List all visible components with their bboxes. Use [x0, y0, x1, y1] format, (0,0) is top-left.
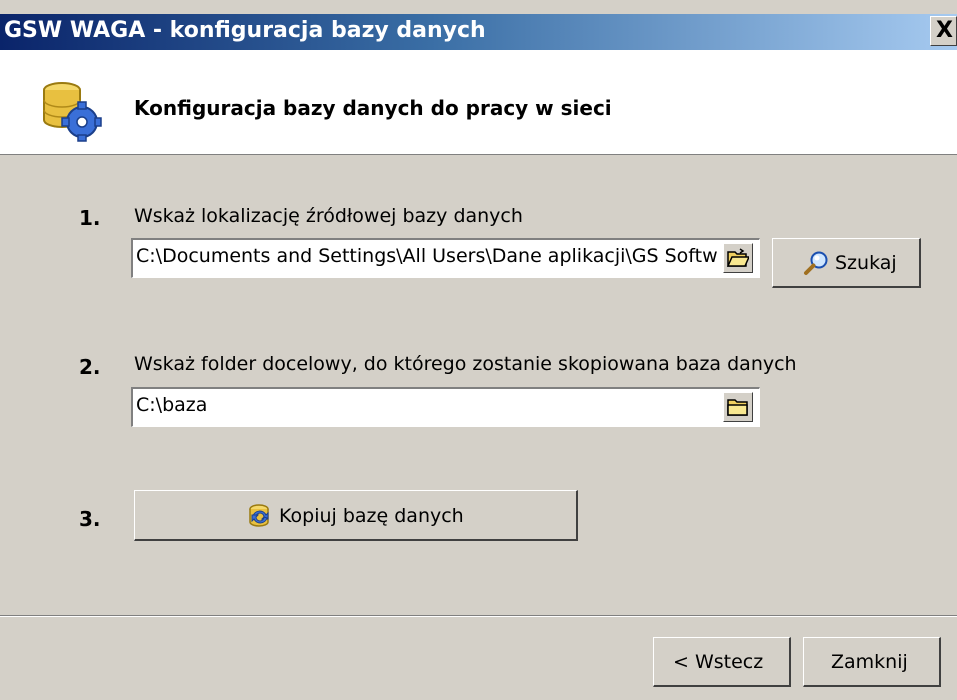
step-2-number: 2.: [79, 355, 101, 379]
window-title: GSW WAGA - konfiguracja bazy danych: [4, 18, 486, 43]
close-button[interactable]: Zamknij: [803, 637, 941, 687]
search-button[interactable]: Szukaj: [772, 238, 921, 288]
browse-target-button[interactable]: [723, 392, 753, 422]
close-button-label: Zamknij: [831, 651, 908, 673]
target-folder-field[interactable]: C:\baza: [131, 387, 760, 427]
close-window-button[interactable]: X: [930, 16, 957, 46]
page-title: Konfiguracja bazy danych do pracy w siec…: [134, 96, 612, 120]
target-folder-value: C:\baza: [136, 394, 208, 416]
back-button-label: < Wstecz: [673, 651, 764, 673]
folder-icon: [727, 399, 748, 416]
step-1-label: Wskaż lokalizację źródłowej bazy danych: [134, 205, 523, 227]
source-path-field[interactable]: C:\Documents and Settings\All Users\Dane…: [131, 238, 760, 278]
step-1-number: 1.: [79, 206, 101, 230]
back-button[interactable]: < Wstecz: [653, 637, 791, 687]
search-button-label: Szukaj: [835, 252, 897, 274]
open-folder-icon: [727, 248, 749, 267]
step-3-number: 3.: [79, 507, 101, 531]
magnifier-icon: [804, 251, 828, 275]
dialog-window: GSW WAGA - konfiguracja bazy danych X Ko…: [0, 0, 957, 700]
source-path-value: C:\Documents and Settings\All Users\Dane…: [136, 245, 718, 267]
database-gear-icon: [43, 82, 102, 142]
wizard-header: Konfiguracja bazy danych do pracy w siec…: [0, 50, 957, 155]
title-bar[interactable]: GSW WAGA - konfiguracja bazy danych X: [0, 14, 957, 50]
browse-source-button[interactable]: [723, 243, 753, 273]
close-icon: X: [936, 18, 953, 43]
footer-separator: [0, 615, 957, 617]
copy-database-label: Kopiuj bazę danych: [279, 505, 464, 527]
step-2-label: Wskaż folder docelowy, do którego zostan…: [134, 353, 797, 375]
copy-database-button[interactable]: Kopiuj bazę danych: [134, 490, 578, 541]
database-copy-icon: [249, 504, 269, 527]
